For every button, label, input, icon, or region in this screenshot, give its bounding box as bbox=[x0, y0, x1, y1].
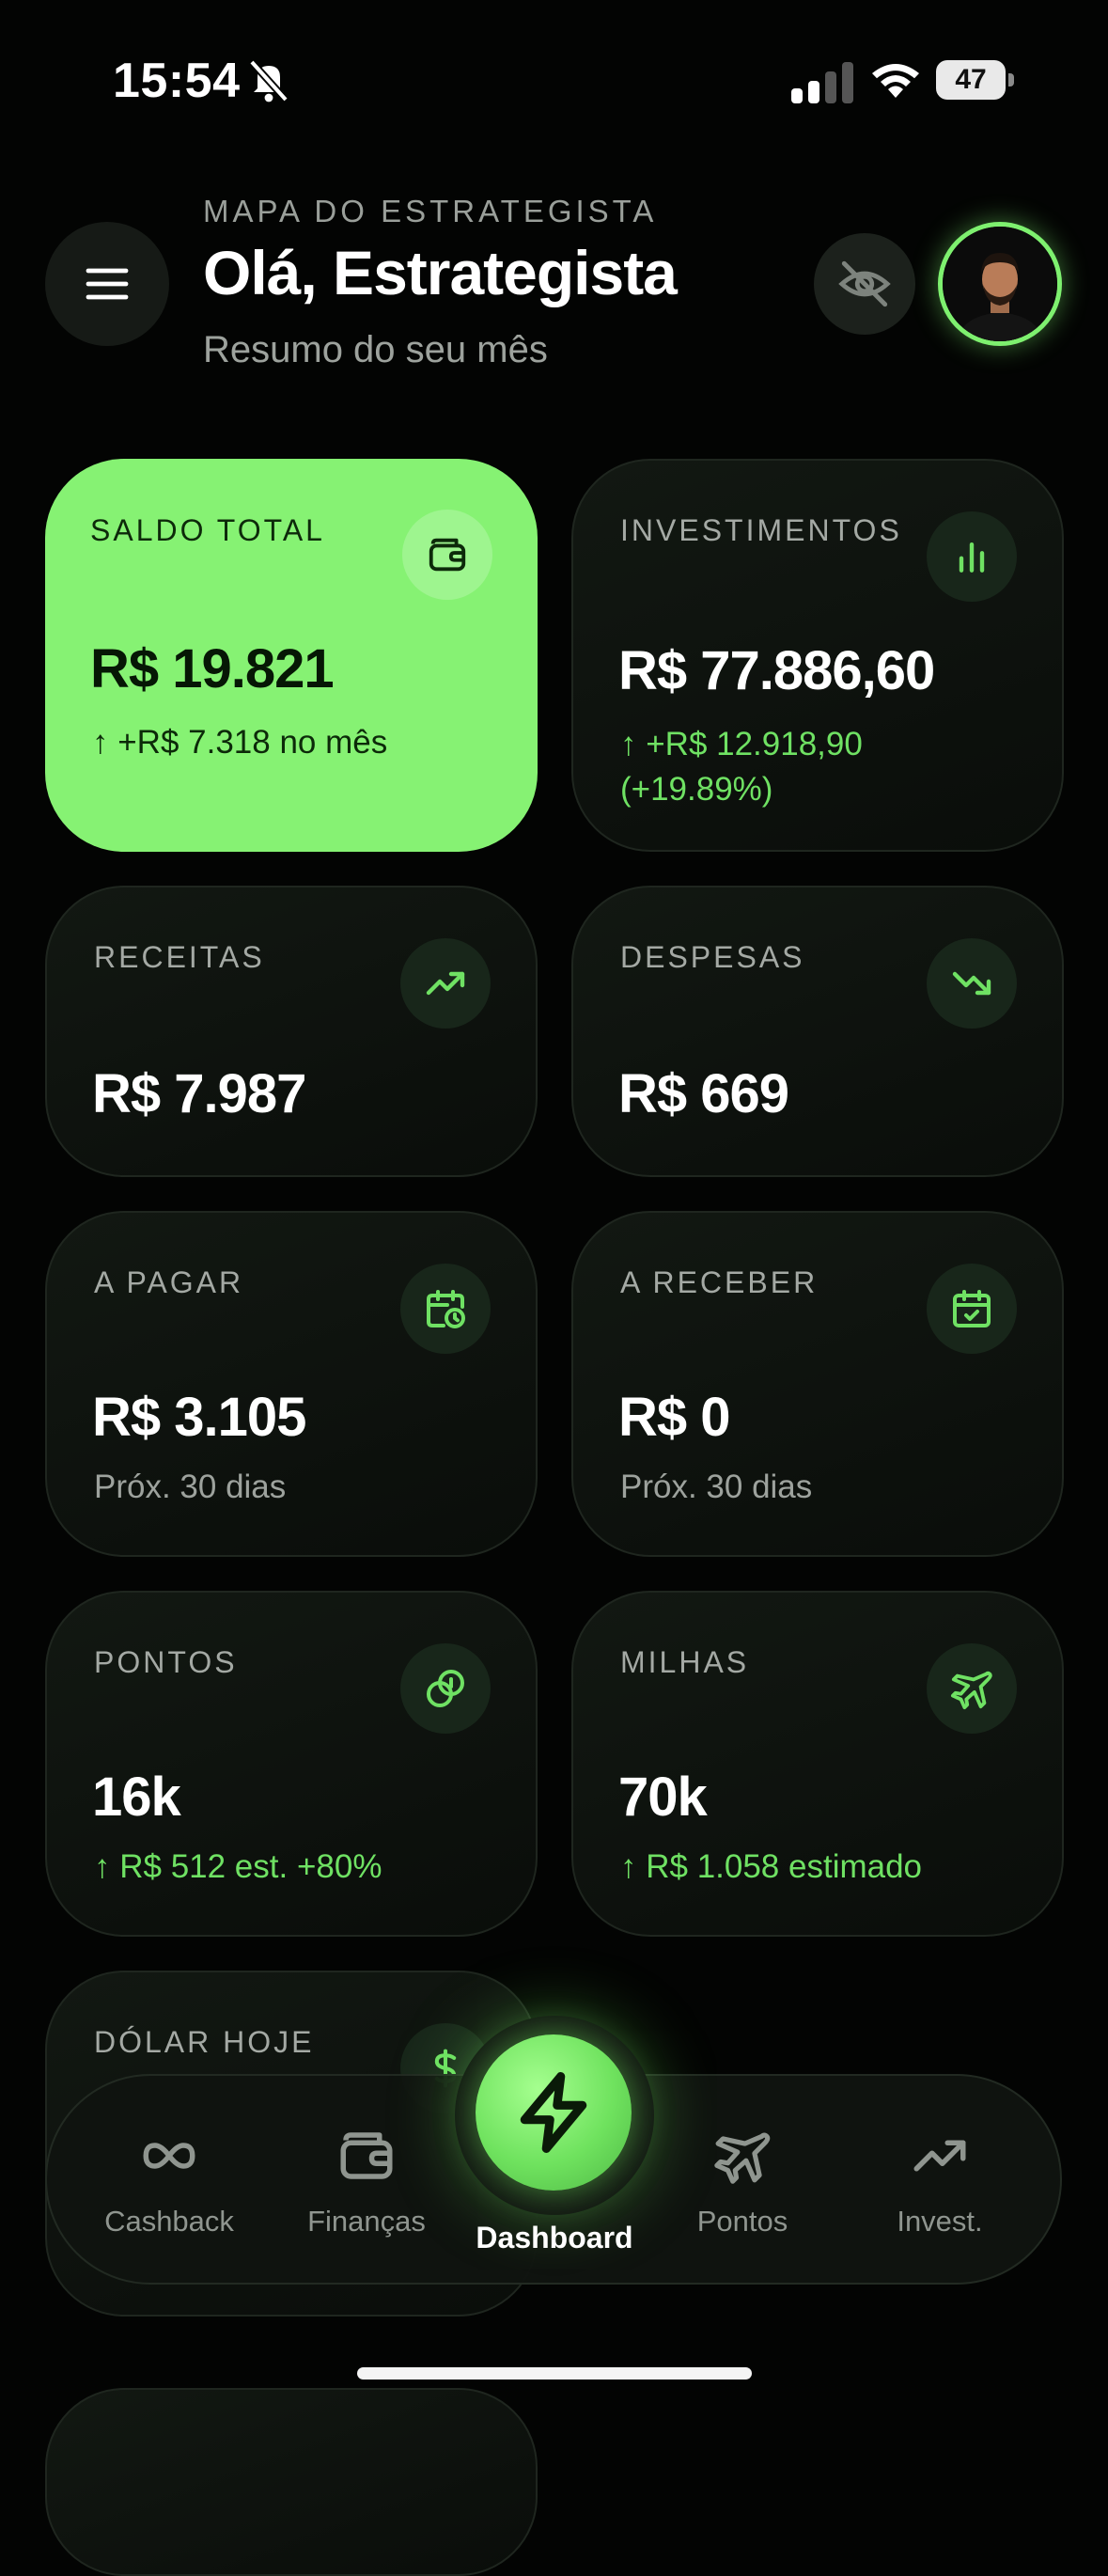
plane-icon bbox=[927, 1643, 1017, 1734]
card-label: DÓLAR HOJE bbox=[94, 2025, 315, 2059]
battery-indicator: 47 bbox=[936, 60, 1015, 102]
card-change: ↑ +R$ 12.918,90 bbox=[620, 726, 863, 762]
card-label: INVESTIMENTOS bbox=[620, 513, 902, 547]
nav-label: Invest. bbox=[897, 2205, 983, 2238]
card-label: PONTOS bbox=[94, 1645, 238, 1679]
card-change-percent: (+19.89%) bbox=[620, 771, 773, 808]
bell-muted-icon bbox=[249, 59, 289, 102]
status-time: 15:54 bbox=[113, 54, 241, 108]
battery-level: 47 bbox=[955, 64, 987, 95]
avatar[interactable] bbox=[938, 222, 1062, 346]
card-label: SALDO TOTAL bbox=[90, 513, 325, 547]
cellular-signal-icon bbox=[791, 62, 853, 103]
a-receber-card[interactable]: A RECEBER R$ 0 Próx. 30 dias bbox=[571, 1211, 1064, 1557]
card-change: ↑ +R$ 7.318 no mês bbox=[92, 724, 388, 761]
bar-chart-icon bbox=[927, 511, 1017, 602]
eye-off-icon bbox=[838, 260, 891, 307]
milhas-card[interactable]: MILHAS 70k ↑ R$ 1.058 estimado bbox=[571, 1591, 1064, 1937]
card-label: A PAGAR bbox=[94, 1265, 244, 1299]
pontos-card[interactable]: PONTOS 16k ↑ R$ 512 est. +80% bbox=[45, 1591, 538, 1937]
wifi-icon bbox=[872, 64, 919, 98]
card-label: A RECEBER bbox=[620, 1265, 819, 1299]
a-pagar-card[interactable]: A PAGAR R$ 3.105 Próx. 30 dias bbox=[45, 1211, 538, 1557]
nav-dashboard-button[interactable] bbox=[476, 2034, 632, 2191]
hamburger-icon bbox=[86, 268, 129, 300]
infinity-icon bbox=[143, 2143, 195, 2169]
user-photo bbox=[943, 227, 1057, 341]
card-value: R$ 77.886,60 bbox=[618, 640, 935, 701]
calendar-check-icon bbox=[927, 1264, 1017, 1354]
card-value: R$ 669 bbox=[618, 1063, 789, 1124]
header-eyebrow: MAPA DO ESTRATEGISTA bbox=[203, 194, 658, 228]
trend-up-icon bbox=[913, 2140, 966, 2172]
page-subtitle: Resumo do seu mês bbox=[203, 329, 548, 370]
card-label: RECEITAS bbox=[94, 940, 265, 974]
nav-invest[interactable]: Invest. bbox=[855, 2125, 1024, 2238]
nav-label: Finanças bbox=[307, 2205, 426, 2238]
investimentos-card[interactable]: INVESTIMENTOS R$ 77.886,60 ↑ +R$ 12.918,… bbox=[571, 459, 1064, 852]
nav-label-dashboard: Dashboard bbox=[476, 2221, 633, 2254]
nav-label: Pontos bbox=[696, 2205, 788, 2238]
trend-up-icon bbox=[400, 938, 491, 1029]
saldo-total-card[interactable]: SALDO TOTAL R$ 19.821 ↑ +R$ 7.318 no mês bbox=[45, 459, 538, 852]
card-label: DESPESAS bbox=[620, 940, 805, 974]
nav-pontos[interactable]: Pontos bbox=[658, 2125, 827, 2238]
menu-button[interactable] bbox=[45, 222, 169, 346]
card-value: R$ 19.821 bbox=[90, 638, 335, 699]
despesas-card[interactable]: DESPESAS R$ 669 bbox=[571, 886, 1064, 1177]
card-period: Próx. 30 dias bbox=[620, 1469, 813, 1505]
receitas-card[interactable]: RECEITAS R$ 7.987 bbox=[45, 886, 538, 1177]
card-estimate: ↑ R$ 1.058 estimado bbox=[620, 1848, 923, 1885]
card-value: R$ 7.987 bbox=[92, 1063, 306, 1124]
card-value: R$ 0 bbox=[618, 1387, 731, 1448]
coins-icon bbox=[400, 1643, 491, 1734]
calendar-clock-icon bbox=[400, 1264, 491, 1354]
card-period: Próx. 30 dias bbox=[94, 1469, 287, 1505]
card-estimate: ↑ R$ 512 est. +80% bbox=[94, 1848, 382, 1885]
card-value: 16k bbox=[92, 1767, 181, 1828]
trend-down-icon bbox=[927, 938, 1017, 1029]
page-title: Olá, Estrategista bbox=[203, 238, 678, 307]
card-label: MILHAS bbox=[620, 1645, 750, 1679]
hide-values-button[interactable] bbox=[814, 233, 915, 335]
card-value: R$ 3.105 bbox=[92, 1387, 306, 1448]
nav-cashback[interactable]: Cashback bbox=[85, 2125, 254, 2238]
wallet-icon bbox=[402, 510, 492, 600]
nav-financas[interactable]: Finanças bbox=[282, 2125, 451, 2238]
lightning-icon bbox=[520, 2072, 587, 2153]
home-indicator[interactable] bbox=[357, 2367, 752, 2380]
next-card[interactable] bbox=[45, 2388, 538, 2576]
wallet-icon bbox=[340, 2132, 393, 2179]
nav-label: Cashback bbox=[104, 2205, 234, 2238]
card-value: 70k bbox=[618, 1767, 708, 1828]
plane-icon bbox=[714, 2132, 771, 2184]
